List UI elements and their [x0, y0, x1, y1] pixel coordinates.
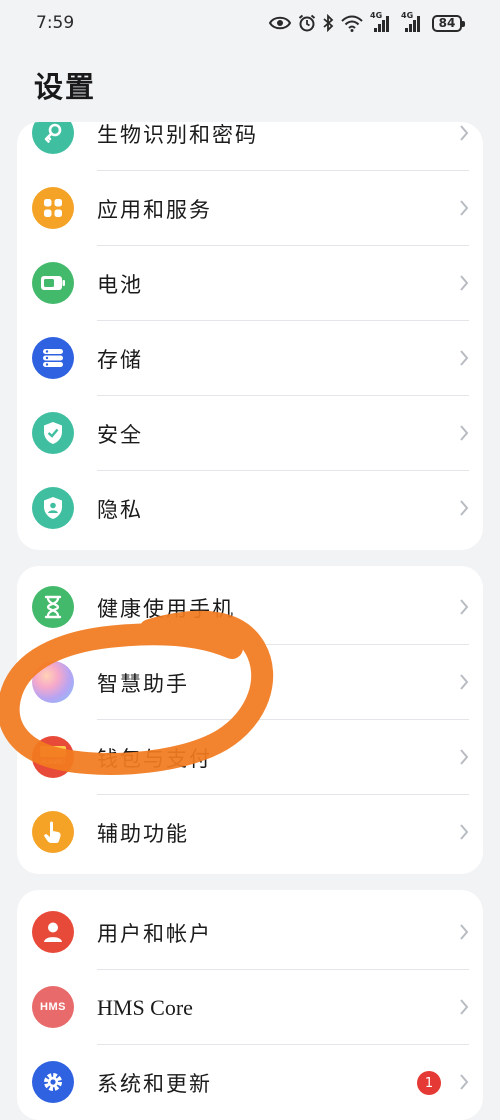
settings-item-label: 健康使用手机 [97, 596, 235, 621]
status-icons: 4G 4G 84 [269, 11, 465, 32]
smart-assistant-icon [32, 661, 74, 703]
chevron-right-icon [460, 200, 469, 216]
settings-item-label: 应用和服务 [97, 197, 212, 222]
hms-brand-text: HMS [40, 1001, 66, 1013]
settings-item-label: 钱包与支付 [97, 746, 212, 771]
chevron-right-icon [460, 924, 469, 940]
settings-item-label: 电池 [97, 272, 143, 297]
chevron-right-icon [460, 500, 469, 516]
settings-group-assistance: 健康使用手机 智慧助手 HUAWEI 钱包与支付 辅助功能 [17, 566, 483, 874]
wallet-card-shape [40, 746, 66, 757]
settings-item-accessibility[interactable]: 辅助功能 [17, 795, 483, 870]
settings-item-label: 存储 [97, 347, 143, 372]
settings-item-label: 安全 [97, 422, 143, 447]
eye-icon [269, 16, 291, 30]
chevron-right-icon [460, 425, 469, 441]
storage-icon [32, 337, 74, 379]
huawei-wallet-icon: HUAWEI [32, 736, 74, 778]
settings-item-battery[interactable]: 电池 [17, 246, 483, 321]
user-icon [32, 911, 74, 953]
settings-item-biometrics[interactable]: 生物识别和密码 [17, 122, 483, 171]
huawei-brand-text: HUAWEI [41, 760, 65, 766]
settings-item-security[interactable]: 安全 [17, 396, 483, 471]
settings-item-hms-core[interactable]: HMS HMS Core [17, 970, 483, 1045]
settings-item-label: 智慧助手 [97, 671, 189, 696]
chevron-right-icon [460, 1074, 469, 1090]
settings-group-system: 用户和帐户 HMS HMS Core 系统和更新 1 [17, 890, 483, 1120]
signal-4g-icon: 4G [401, 11, 425, 32]
chevron-right-icon [460, 599, 469, 615]
chevron-right-icon [460, 674, 469, 690]
chevron-right-icon [460, 275, 469, 291]
settings-item-label: 用户和帐户 [97, 921, 212, 946]
settings-item-apps-services[interactable]: 应用和服务 [17, 171, 483, 246]
chevron-right-icon [460, 125, 469, 141]
shield-check-icon [32, 412, 74, 454]
settings-item-label: 生物识别和密码 [97, 122, 258, 147]
bluetooth-icon [323, 14, 334, 32]
chevron-right-icon [460, 350, 469, 366]
privacy-shield-icon [32, 487, 74, 529]
settings-group-security: 生物识别和密码 应用和服务 电池 存储 安全 隐私 [17, 122, 483, 550]
settings-item-privacy[interactable]: 隐私 [17, 471, 483, 546]
network-type-label: 4G [401, 11, 414, 20]
settings-item-users-accounts[interactable]: 用户和帐户 [17, 895, 483, 970]
network-type-label: 4G [370, 11, 383, 20]
chevron-right-icon [460, 749, 469, 765]
chevron-right-icon [460, 999, 469, 1015]
alarm-icon [298, 14, 316, 32]
settings-item-smart-assistant[interactable]: 智慧助手 [17, 645, 483, 720]
chevron-right-icon [460, 824, 469, 840]
status-bar: 7:59 4G 4G 84 [0, 0, 500, 46]
hand-touch-icon [32, 811, 74, 853]
settings-item-label: 隐私 [97, 497, 143, 522]
settings-item-label: 系统和更新 [97, 1071, 212, 1096]
settings-item-label: HMS Core [97, 994, 193, 1020]
wifi-icon [341, 15, 363, 32]
status-time: 7:59 [36, 13, 75, 33]
settings-item-label: 辅助功能 [97, 821, 189, 846]
settings-item-digital-balance[interactable]: 健康使用手机 [17, 570, 483, 645]
battery-icon: 84 [432, 14, 465, 32]
settings-item-system-updates[interactable]: 系统和更新 1 [17, 1045, 483, 1120]
signal-4g-icon: 4G [370, 11, 394, 32]
battery-icon [32, 262, 74, 304]
hourglass-icon [32, 586, 74, 628]
key-icon [32, 122, 74, 154]
notification-badge: 1 [417, 1071, 441, 1095]
gear-icon [32, 1061, 74, 1103]
apps-grid-icon [32, 187, 74, 229]
hms-core-icon: HMS [32, 986, 74, 1028]
settings-item-storage[interactable]: 存储 [17, 321, 483, 396]
page-title: 设置 [34, 70, 97, 104]
settings-item-wallet[interactable]: HUAWEI 钱包与支付 [17, 720, 483, 795]
